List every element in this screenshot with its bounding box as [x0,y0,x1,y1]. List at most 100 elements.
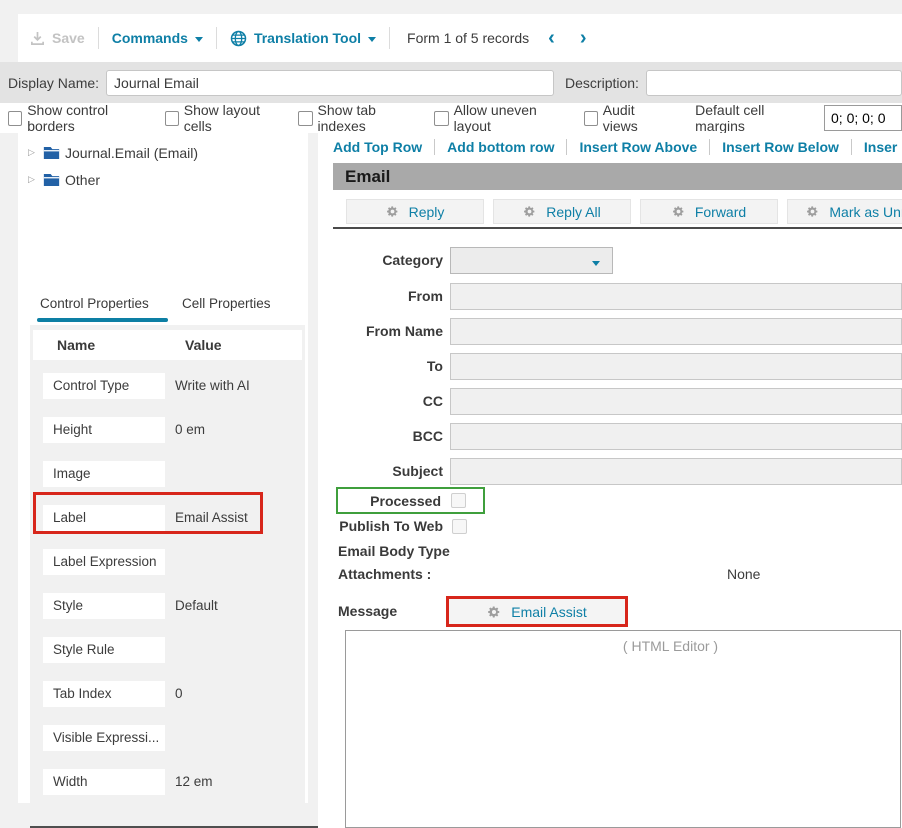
property-name[interactable]: Image [43,461,165,487]
save-icon [30,31,45,46]
mark-as-unread-button[interactable]: Mark as Unr [787,199,902,224]
bcc-label: BCC [318,423,443,450]
property-name[interactable]: Style Rule [43,637,165,663]
cc-label: CC [318,388,443,415]
record-counter: Form 1 of 5 records [407,30,529,46]
property-row-tab-index: Tab Index 0 [30,673,305,717]
insert-row-below-link[interactable]: Insert Row Below [722,139,839,155]
show-tab-indexes-checkbox[interactable] [298,111,312,126]
property-row-control-type: Control Type Write with AI [30,365,305,409]
property-row-style-rule: Style Rule [30,629,305,673]
category-label: Category [318,247,443,274]
property-name[interactable]: Width [43,769,165,795]
tree-item-label: Journal.Email (Email) [65,145,198,161]
cc-input[interactable] [450,388,902,415]
publish-to-web-checkbox[interactable] [452,519,467,534]
property-name[interactable]: Tab Index [43,681,165,707]
save-button[interactable]: Save [30,30,85,46]
property-name[interactable]: Height [43,417,165,443]
description-input[interactable] [646,70,902,96]
add-bottom-row-link[interactable]: Add bottom row [447,139,554,155]
label-row-highlight-box [33,492,263,534]
insert-link-truncated[interactable]: Inser [864,139,897,155]
reply-button[interactable]: Reply [346,199,484,224]
tab-cell-properties[interactable]: Cell Properties [182,296,271,311]
subject-input[interactable] [450,458,902,485]
email-assist-label: Email Assist [511,604,586,620]
subject-label: Subject [318,458,443,485]
category-dropdown[interactable] [450,247,613,274]
to-label: To [318,353,443,380]
property-value[interactable]: 0 [175,681,183,707]
default-cell-margins-input[interactable] [824,105,902,131]
gear-icon [806,205,819,218]
display-name-row: Display Name: Description: [0,62,902,103]
display-name-input[interactable] [106,70,554,96]
forward-button[interactable]: Forward [640,199,778,224]
mark-as-unread-label: Mark as Unr [829,204,902,220]
properties-table-header: Name Value [33,330,302,360]
divider [851,139,852,155]
folder-icon [43,146,60,160]
to-input[interactable] [450,353,902,380]
tree-item-journal-email[interactable]: ▷ Journal.Email (Email) [18,139,308,166]
property-name[interactable]: Control Type [43,373,165,399]
tab-control-properties[interactable]: Control Properties [40,296,149,311]
gear-icon [523,205,536,218]
left-panel: ▷ Journal.Email (Email) ▷ Other Control … [18,133,308,803]
email-body-type-label: Email Body Type [338,543,450,559]
property-row-height: Height 0 em [30,409,305,453]
previous-record-icon[interactable]: ‹ [542,28,561,48]
top-toolbar: Save Commands Translation Tool Form 1 of… [18,14,902,62]
bcc-input[interactable] [450,423,902,450]
email-assist-button[interactable]: Email Assist [449,599,625,624]
property-value[interactable]: Default [175,593,218,619]
row-actions-toolbar: Add Top Row Add bottom row Insert Row Ab… [333,136,897,158]
attachments-label: Attachments : [338,566,431,582]
reply-all-button[interactable]: Reply All [493,199,631,224]
toolbar-divider [216,27,217,49]
toolbar-divider [389,27,390,49]
translation-tool-label: Translation Tool [254,30,361,46]
allow-uneven-layout-checkbox[interactable] [434,111,448,126]
email-action-buttons: Reply Reply All Forward Mark as Unr [346,199,902,224]
add-top-row-link[interactable]: Add Top Row [333,139,422,155]
commands-label: Commands [112,30,188,46]
property-name[interactable]: Style [43,593,165,619]
property-name[interactable]: Visible Expressi... [43,725,165,751]
property-row-label-expression: Label Expression [30,541,305,585]
field-tree: ▷ Journal.Email (Email) ▷ Other [18,133,308,193]
property-value[interactable]: 0 em [175,417,205,443]
message-html-editor[interactable]: ( HTML Editor ) [345,630,901,828]
show-layout-cells-checkbox[interactable] [165,111,179,126]
next-record-icon[interactable]: › [574,28,593,48]
toolbar-divider [98,27,99,49]
insert-row-above-link[interactable]: Insert Row Above [579,139,697,155]
description-label: Description: [565,75,639,91]
tree-item-other[interactable]: ▷ Other [18,166,308,193]
properties-tabs: Control Properties Cell Properties [18,291,308,325]
show-control-borders-checkbox[interactable] [8,111,22,126]
commands-menu-button[interactable]: Commands [112,30,203,46]
property-name[interactable]: Label Expression [43,549,165,575]
processed-checkbox[interactable] [451,493,466,508]
from-name-input[interactable] [450,318,902,345]
active-tab-indicator [37,318,168,322]
gear-icon [672,205,685,218]
audit-views-checkbox[interactable] [584,111,598,126]
chevron-down-icon [368,37,376,42]
from-input[interactable] [450,283,902,310]
control-properties-panel: Name Value Control Type Write with AI He… [30,325,305,803]
property-value[interactable]: 12 em [175,769,213,795]
divider [566,139,567,155]
show-control-borders-label: Show control borders [27,102,151,134]
property-value[interactable]: Write with AI [175,373,250,399]
processed-label: Processed [338,493,441,509]
expand-arrow-icon[interactable]: ▷ [28,147,38,158]
email-assist-highlight-box: Email Assist [446,596,628,627]
message-label: Message [338,603,397,619]
translation-tool-button[interactable]: Translation Tool [230,30,376,47]
show-layout-cells-label: Show layout cells [184,102,286,134]
expand-arrow-icon[interactable]: ▷ [28,174,38,185]
name-column-header: Name [57,337,185,353]
